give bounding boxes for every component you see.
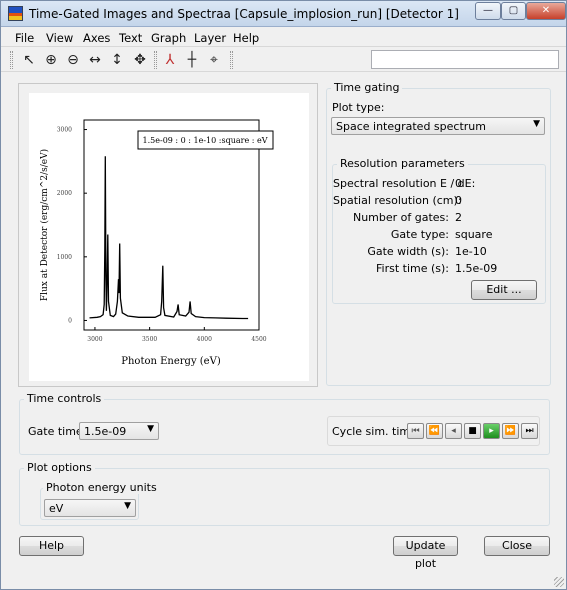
menu-graph[interactable]: Graph [151, 31, 186, 45]
pan-all-icon[interactable]: ✥ [130, 50, 150, 70]
update-plot-button[interactable]: Update plot [393, 536, 458, 570]
menu-help[interactable]: Help [233, 31, 259, 45]
y-tick-label: 0 [68, 317, 72, 324]
gate-time-value: 1.5e-09 [84, 425, 127, 438]
y-tick-label: 3000 [57, 127, 72, 134]
zoom-in-icon[interactable]: ⊕ [41, 50, 61, 70]
spectrum-chart[interactable]: 0 1000 2000 3000 3000 3500 4000 4500 1.5e-09 :… [29, 93, 309, 381]
menu-view[interactable]: View [46, 31, 73, 45]
x-tick-label: 3000 [87, 336, 102, 343]
gate-width-value: 1e-10 [455, 245, 487, 258]
legend-text: 1.5e-09 : 0 : 1e-10 :square : eV [143, 136, 268, 145]
menu-layer[interactable]: Layer [194, 31, 226, 45]
gate-time-label: Gate time: [28, 425, 87, 438]
edit-resolution-button[interactable]: Edit ... [471, 280, 537, 300]
window-title: Time-Gated Images and Spectraa [Capsule_… [29, 7, 459, 21]
plot-type-select[interactable]: Space integrated spectrum ▼ [331, 117, 545, 135]
x-tick-label: 4000 [197, 336, 212, 343]
zoom-out-icon[interactable]: ⊖ [63, 50, 83, 70]
crosshair-icon[interactable]: ┼ [182, 50, 202, 70]
y-tick-label: 1000 [57, 254, 72, 261]
plot-type-value: Space integrated spectrum [336, 120, 486, 133]
pan-vertical-icon[interactable]: ↕ [107, 50, 127, 70]
close-window-button[interactable]: ✕ [526, 2, 566, 20]
cycle-controls: ⏮ ⏪ ◂ ■ ▸ ⏩ ⏭ [407, 423, 538, 439]
pan-horizontal-icon[interactable]: ↔ [85, 50, 105, 70]
maximize-button[interactable]: ▢ [501, 2, 526, 20]
chart-plot-area [83, 119, 260, 331]
photon-energy-units-value: eV [49, 502, 64, 515]
plot-type-label: Plot type: [332, 101, 385, 114]
minimize-button[interactable]: — [475, 2, 501, 20]
first-time-value: 1.5e-09 [455, 262, 498, 275]
skip-to-start-icon[interactable]: ⏮ [407, 423, 424, 439]
plot-options-title: Plot options [24, 461, 95, 474]
main-window: Time-Gated Images and Spectraa [Capsule_… [0, 0, 567, 590]
pointer-icon[interactable]: ↖ [19, 50, 39, 70]
resize-grip[interactable] [554, 577, 564, 587]
gate-type-label: Gate type: [390, 228, 449, 241]
number-of-gates-value: 2 [455, 211, 462, 224]
time-gating-title: Time gating [331, 81, 403, 94]
chevron-down-icon: ▼ [124, 501, 131, 511]
number-of-gates-label: Number of gates: [352, 211, 449, 224]
spectral-resolution-label: Spectral resolution E / dE: [333, 177, 476, 190]
spatial-resolution-value: 0 [455, 194, 462, 207]
stop-icon[interactable]: ■ [464, 423, 481, 439]
gate-type-value: square [455, 228, 493, 241]
photon-energy-units-title: Photon energy units [43, 481, 160, 494]
step-forward-icon[interactable]: ▸ [483, 423, 500, 439]
photon-energy-units-select[interactable]: eV ▼ [44, 499, 136, 517]
toolbar-separator [154, 51, 157, 69]
gate-time-select[interactable]: 1.5e-09 ▼ [79, 422, 159, 440]
menu-file[interactable]: File [15, 31, 34, 45]
time-controls-title: Time controls [24, 392, 105, 405]
rewind-icon[interactable]: ⏪ [426, 423, 443, 439]
chevron-down-icon: ▼ [147, 424, 154, 434]
gate-width-label: Gate width (s): [367, 245, 449, 258]
y-tick-label: 2000 [57, 190, 72, 197]
target-icon[interactable]: ⌖ [204, 50, 224, 70]
spectrum-line [89, 156, 249, 320]
axes-icon[interactable]: ⅄ [160, 50, 180, 70]
menu-text[interactable]: Text [119, 31, 142, 45]
plot-canvas[interactable]: 0 1000 2000 3000 3000 3500 4000 4500 1.5e-09 :… [29, 93, 309, 381]
help-button[interactable]: Help [19, 536, 84, 556]
first-time-label: First time (s): [375, 262, 449, 275]
close-button[interactable]: Close [484, 536, 550, 556]
menu-bar: File View Axes Text Graph Layer Help [1, 28, 566, 47]
step-back-icon[interactable]: ◂ [445, 423, 462, 439]
y-axis-label: Flux at Detector (erg/cm^2/s/eV) [39, 149, 50, 301]
toolbar-grip[interactable] [10, 51, 13, 69]
x-tick-label: 3500 [142, 336, 157, 343]
x-tick-label: 4500 [251, 336, 266, 343]
menu-axes[interactable]: Axes [83, 31, 110, 45]
title-bar[interactable]: Time-Gated Images and Spectraa [Capsule_… [1, 1, 566, 27]
x-axis-label: Photon Energy (eV) [121, 356, 221, 367]
toolbar-text-field[interactable] [371, 50, 559, 69]
plot-panel: 0 1000 2000 3000 3000 3500 4000 4500 1.5e-09 :… [18, 83, 318, 387]
spatial-resolution-label: Spatial resolution (cm): [333, 194, 462, 207]
skip-to-end-icon[interactable]: ⏭ [521, 423, 538, 439]
spectral-resolution-value: 0 [455, 177, 462, 190]
resolution-parameters-title: Resolution parameters [337, 157, 468, 170]
toolbar: ↖ ⊕ ⊖ ↔ ↕ ✥ ⅄ ┼ ⌖ [1, 48, 566, 72]
fast-forward-icon[interactable]: ⏩ [502, 423, 519, 439]
toolbar-separator-2 [230, 51, 233, 69]
app-icon [8, 6, 23, 21]
chevron-down-icon: ▼ [533, 119, 540, 129]
